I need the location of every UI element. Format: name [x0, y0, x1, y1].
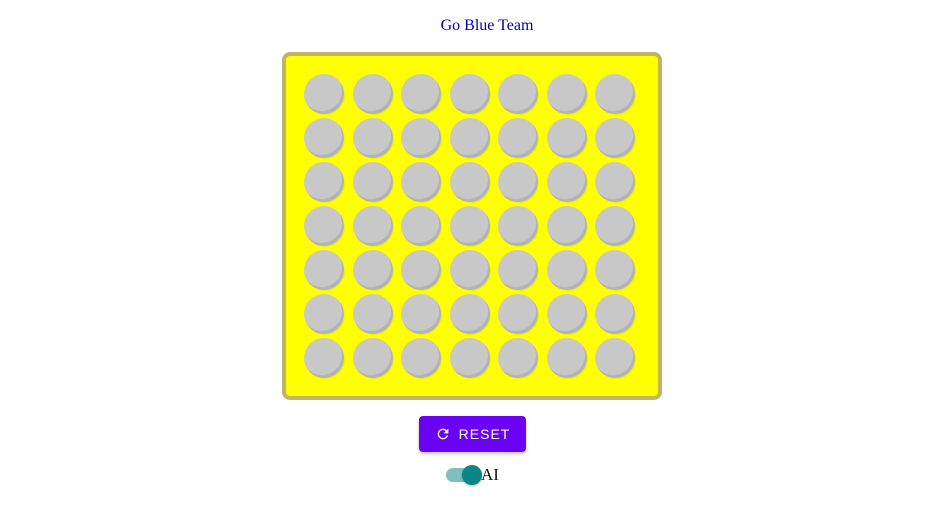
- board-cell[interactable]: [401, 250, 441, 290]
- board-cell[interactable]: [498, 118, 538, 158]
- board-cell[interactable]: [304, 74, 344, 114]
- board-cell[interactable]: [595, 206, 635, 246]
- board-cell[interactable]: [498, 294, 538, 334]
- board-cell[interactable]: [401, 338, 441, 378]
- board-cell[interactable]: [546, 250, 587, 290]
- board-cell[interactable]: [498, 250, 538, 290]
- switch-thumb[interactable]: [462, 465, 482, 485]
- board-cell[interactable]: [352, 74, 393, 114]
- board-cell[interactable]: [498, 162, 538, 202]
- status-message: Go Blue Team: [440, 17, 534, 34]
- ai-toggle-label: AI: [481, 465, 499, 484]
- game-page: Go Blue Team RESET AI: [0, 0, 945, 518]
- board-cell[interactable]: [595, 118, 635, 158]
- board-cell[interactable]: [304, 118, 344, 158]
- reset-button[interactable]: RESET: [419, 416, 526, 452]
- board-cell[interactable]: [352, 338, 393, 378]
- board-cell[interactable]: [449, 250, 490, 290]
- board-cell[interactable]: [498, 74, 538, 114]
- board-cell[interactable]: [449, 338, 490, 378]
- board-cell[interactable]: [449, 206, 490, 246]
- board-cell[interactable]: [449, 118, 490, 158]
- game-board: [282, 52, 662, 400]
- board-cell[interactable]: [498, 338, 538, 378]
- board-cell[interactable]: [595, 338, 635, 378]
- board-cell[interactable]: [352, 294, 393, 334]
- reset-label: RESET: [458, 426, 511, 442]
- board-cell[interactable]: [546, 206, 587, 246]
- board-cell[interactable]: [401, 118, 441, 158]
- board-cell[interactable]: [304, 294, 344, 334]
- board-cell[interactable]: [595, 250, 635, 290]
- board-cell[interactable]: [546, 118, 587, 158]
- ai-toggle-switch[interactable]: [446, 463, 482, 487]
- board-cell[interactable]: [595, 294, 635, 334]
- refresh-icon: [437, 428, 448, 440]
- board-cell[interactable]: [352, 118, 393, 158]
- board-cell[interactable]: [304, 162, 344, 202]
- board-cell[interactable]: [546, 338, 587, 378]
- board-cell[interactable]: [352, 206, 393, 246]
- board-cell[interactable]: [401, 206, 441, 246]
- board-cell[interactable]: [449, 162, 490, 202]
- board-cell[interactable]: [304, 250, 344, 290]
- board-cell[interactable]: [352, 250, 393, 290]
- board-cell[interactable]: [401, 294, 441, 334]
- board-cell[interactable]: [401, 162, 441, 202]
- board-cell[interactable]: [498, 206, 538, 246]
- board-cell[interactable]: [304, 338, 344, 378]
- board-cell[interactable]: [546, 162, 587, 202]
- board-cell[interactable]: [449, 74, 490, 114]
- board-cell[interactable]: [546, 294, 587, 334]
- board-cell[interactable]: [546, 74, 587, 114]
- board-cell[interactable]: [595, 162, 635, 202]
- board-cell[interactable]: [595, 74, 635, 114]
- board-cell[interactable]: [401, 74, 441, 114]
- board-cell[interactable]: [352, 162, 393, 202]
- ai-toggle-row: AI: [446, 463, 499, 487]
- board-cell[interactable]: [449, 294, 490, 334]
- board-cell[interactable]: [304, 206, 344, 246]
- board-grid: [304, 74, 636, 379]
